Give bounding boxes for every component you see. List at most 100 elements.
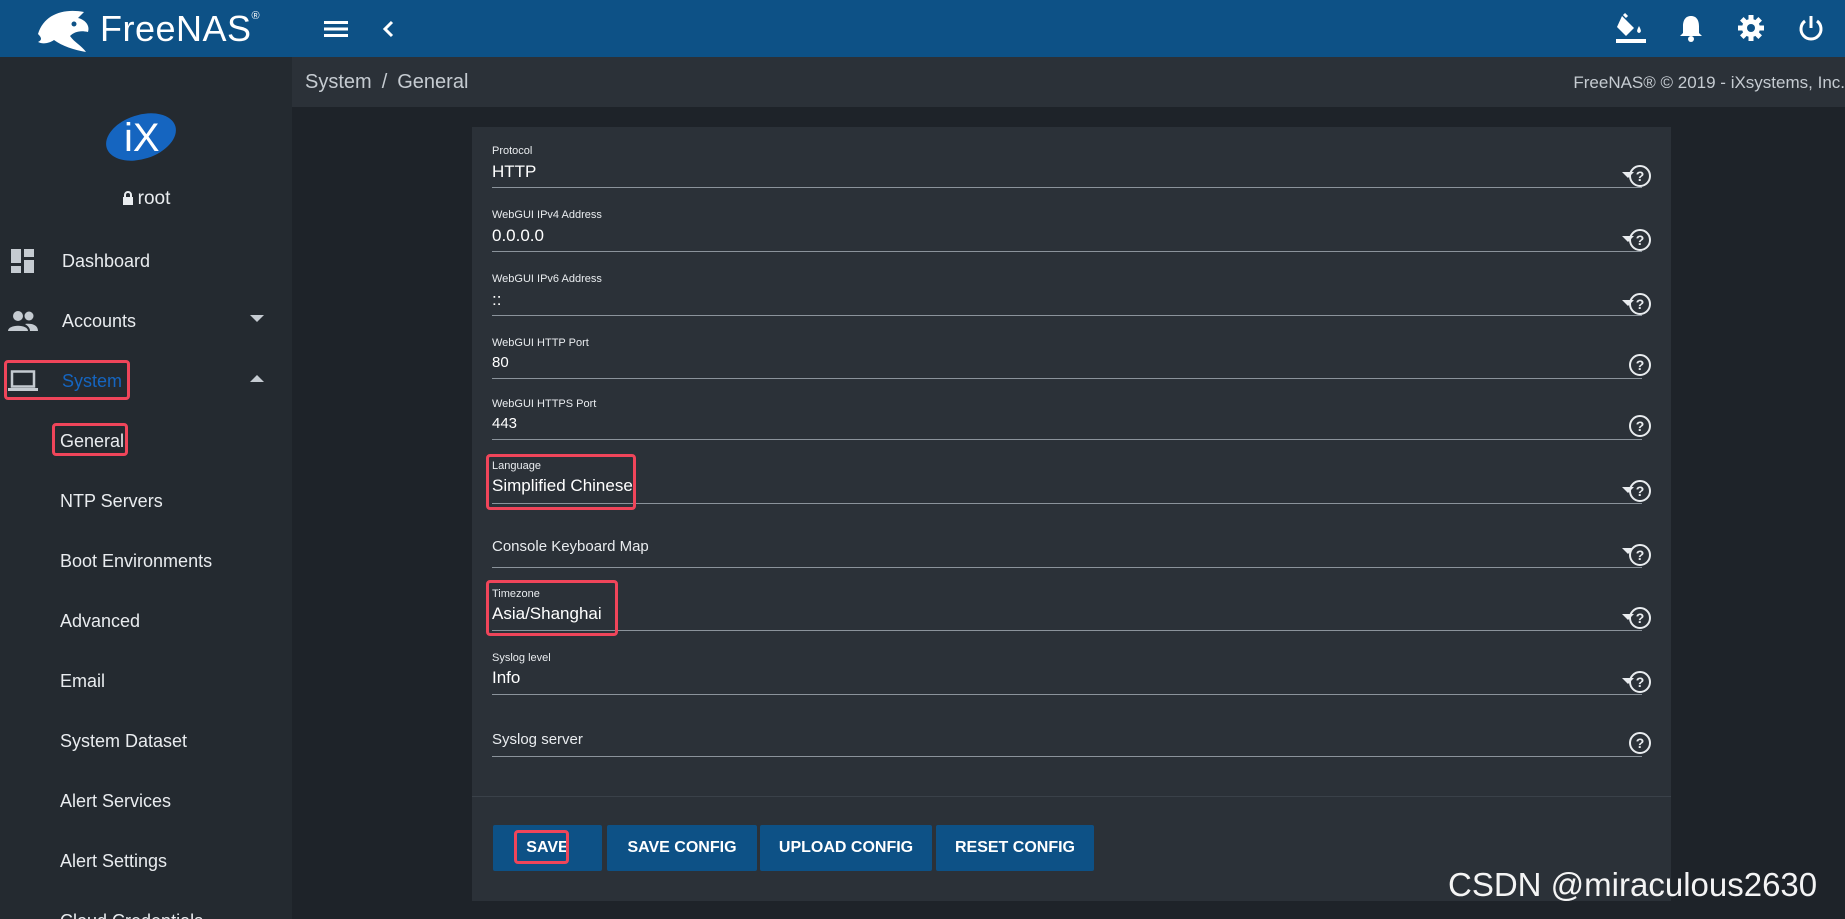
http-port-value: 80 bbox=[492, 354, 509, 371]
sidebar-subitem-cloud-credentials[interactable]: Cloud Credentials bbox=[0, 893, 292, 919]
brand[interactable]: FreeNAS® bbox=[0, 0, 292, 57]
form-divider bbox=[472, 796, 1671, 797]
svg-text:?: ? bbox=[1636, 296, 1645, 312]
sidebar-subitem-general[interactable]: General bbox=[0, 413, 292, 469]
sidebar-subitem-alert-settings[interactable]: Alert Settings bbox=[0, 833, 292, 889]
reset-config-button[interactable]: RESET CONFIG bbox=[936, 825, 1094, 871]
field-underline bbox=[492, 315, 1642, 316]
svg-text:?: ? bbox=[1636, 357, 1645, 373]
chevron-left-icon bbox=[382, 20, 394, 37]
help-icon[interactable]: ? bbox=[1628, 292, 1652, 316]
notifications-button[interactable] bbox=[1671, 8, 1711, 48]
lock-icon bbox=[122, 191, 133, 205]
svg-text:iX: iX bbox=[124, 116, 160, 160]
timezone-value: Asia/Shanghai bbox=[492, 604, 602, 623]
ipv6-label: WebGUI IPv6 Address bbox=[492, 273, 602, 285]
protocol-label: Protocol bbox=[492, 145, 533, 157]
svg-text:?: ? bbox=[1636, 610, 1645, 626]
field-underline bbox=[492, 251, 1642, 252]
help-icon[interactable]: ? bbox=[1628, 543, 1652, 567]
people-icon bbox=[8, 306, 38, 336]
sidebar-item-label: NTP Servers bbox=[60, 490, 163, 511]
sidebar-subitem-system-dataset[interactable]: System Dataset bbox=[0, 713, 292, 769]
language-label: Language bbox=[492, 460, 541, 472]
sidebar-item-label: Alert Services bbox=[60, 790, 172, 811]
dashboard-icon bbox=[8, 246, 38, 276]
syslog-level-value: Info bbox=[492, 668, 521, 687]
caret-up-icon bbox=[250, 375, 264, 382]
help-icon[interactable]: ? bbox=[1628, 353, 1652, 377]
sidebar: iX root Dashboard Accounts System Genera… bbox=[0, 57, 292, 919]
sidebar-item-label: Alert Settings bbox=[60, 850, 168, 871]
save-config-button[interactable]: SAVE CONFIG bbox=[607, 825, 757, 871]
sidebar-subitem-email[interactable]: Email bbox=[0, 653, 292, 709]
sidebar-subitem-ntp-servers[interactable]: NTP Servers bbox=[0, 473, 292, 529]
svg-text:?: ? bbox=[1636, 674, 1645, 690]
protocol-value: HTTP bbox=[492, 162, 537, 181]
caret-down-icon bbox=[250, 315, 264, 322]
breadcrumb-system[interactable]: System bbox=[305, 71, 372, 93]
svg-text:?: ? bbox=[1636, 547, 1645, 563]
sidebar-item-system[interactable]: System bbox=[0, 353, 292, 409]
sidebar-item-label: Boot Environments bbox=[60, 550, 213, 571]
sidebar-subitem-alert-services[interactable]: Alert Services bbox=[0, 773, 292, 829]
sidebar-item-dashboard[interactable]: Dashboard bbox=[0, 233, 292, 289]
sidebar-item-label: General bbox=[60, 430, 125, 451]
theme-button[interactable] bbox=[1611, 8, 1651, 48]
sidebar-subitem-boot-environments[interactable]: Boot Environments bbox=[0, 533, 292, 589]
field-underline bbox=[492, 756, 1642, 757]
help-icon[interactable]: ? bbox=[1628, 164, 1652, 188]
field-underline bbox=[492, 378, 1642, 379]
field-underline bbox=[492, 439, 1642, 440]
user-name: root bbox=[137, 188, 171, 209]
settings-button[interactable] bbox=[1731, 8, 1771, 48]
power-button[interactable] bbox=[1791, 8, 1831, 48]
keyboard-placeholder: Console Keyboard Map bbox=[492, 538, 649, 555]
https-port-label: WebGUI HTTPS Port bbox=[492, 398, 597, 410]
sidebar-item-label: Cloud Credentials bbox=[60, 911, 203, 919]
freenas-logo-icon bbox=[38, 10, 89, 52]
help-icon[interactable]: ? bbox=[1628, 670, 1652, 694]
svg-text:?: ? bbox=[1636, 232, 1645, 248]
back-button[interactable] bbox=[368, 9, 408, 49]
svg-text:?: ? bbox=[1636, 418, 1645, 434]
help-icon[interactable]: ? bbox=[1628, 414, 1652, 438]
language-value: Simplified Chinese bbox=[492, 476, 633, 495]
help-icon[interactable]: ? bbox=[1628, 228, 1652, 252]
svg-text:?: ? bbox=[1636, 483, 1645, 499]
bell-icon bbox=[1680, 16, 1702, 42]
gear-icon bbox=[1738, 15, 1764, 41]
breadcrumb-separator: / bbox=[381, 70, 388, 93]
field-underline bbox=[492, 694, 1642, 695]
ipv6-value: :: bbox=[492, 290, 502, 309]
https-port-value: 443 bbox=[492, 415, 518, 432]
svg-text:?: ? bbox=[1636, 735, 1645, 751]
paint-bucket-icon bbox=[1616, 12, 1646, 43]
help-icon[interactable]: ? bbox=[1628, 731, 1652, 755]
field-underline bbox=[492, 630, 1642, 631]
syslog-level-label: Syslog level bbox=[492, 652, 551, 664]
ix-logo: iX bbox=[106, 113, 176, 161]
sidebar-item-accounts[interactable]: Accounts bbox=[0, 293, 292, 349]
save-button[interactable]: SAVE bbox=[493, 825, 602, 871]
svg-text:?: ? bbox=[1636, 168, 1645, 184]
copyright-text: FreeNAS® © 2019 - iXsystems, Inc. bbox=[1573, 73, 1845, 92]
current-user: root bbox=[0, 188, 292, 210]
sidebar-item-label: System Dataset bbox=[60, 730, 188, 751]
http-port-label: WebGUI HTTP Port bbox=[492, 337, 589, 349]
field-underline bbox=[492, 567, 1642, 568]
syslog-server-placeholder: Syslog server bbox=[492, 731, 583, 748]
breadcrumb: System / General bbox=[292, 71, 468, 94]
field-underline bbox=[492, 503, 1642, 504]
help-icon[interactable]: ? bbox=[1628, 479, 1652, 503]
upload-config-button[interactable]: UPLOAD CONFIG bbox=[760, 825, 932, 871]
general-settings-form: Protocol HTTP ? WebGUI IPv4 Address 0.0.… bbox=[472, 127, 1671, 901]
watermark: CSDN @miraculous2630 bbox=[1448, 866, 1818, 903]
menu-toggle-button[interactable] bbox=[316, 9, 356, 49]
sidebar-item-label: Advanced bbox=[60, 610, 141, 631]
top-bar: FreeNAS® bbox=[0, 0, 1845, 57]
sidebar-item-label: System bbox=[62, 370, 123, 391]
sidebar-subitem-advanced[interactable]: Advanced bbox=[0, 593, 292, 649]
ipv4-label: WebGUI IPv4 Address bbox=[492, 209, 602, 221]
help-icon[interactable]: ? bbox=[1628, 606, 1652, 630]
